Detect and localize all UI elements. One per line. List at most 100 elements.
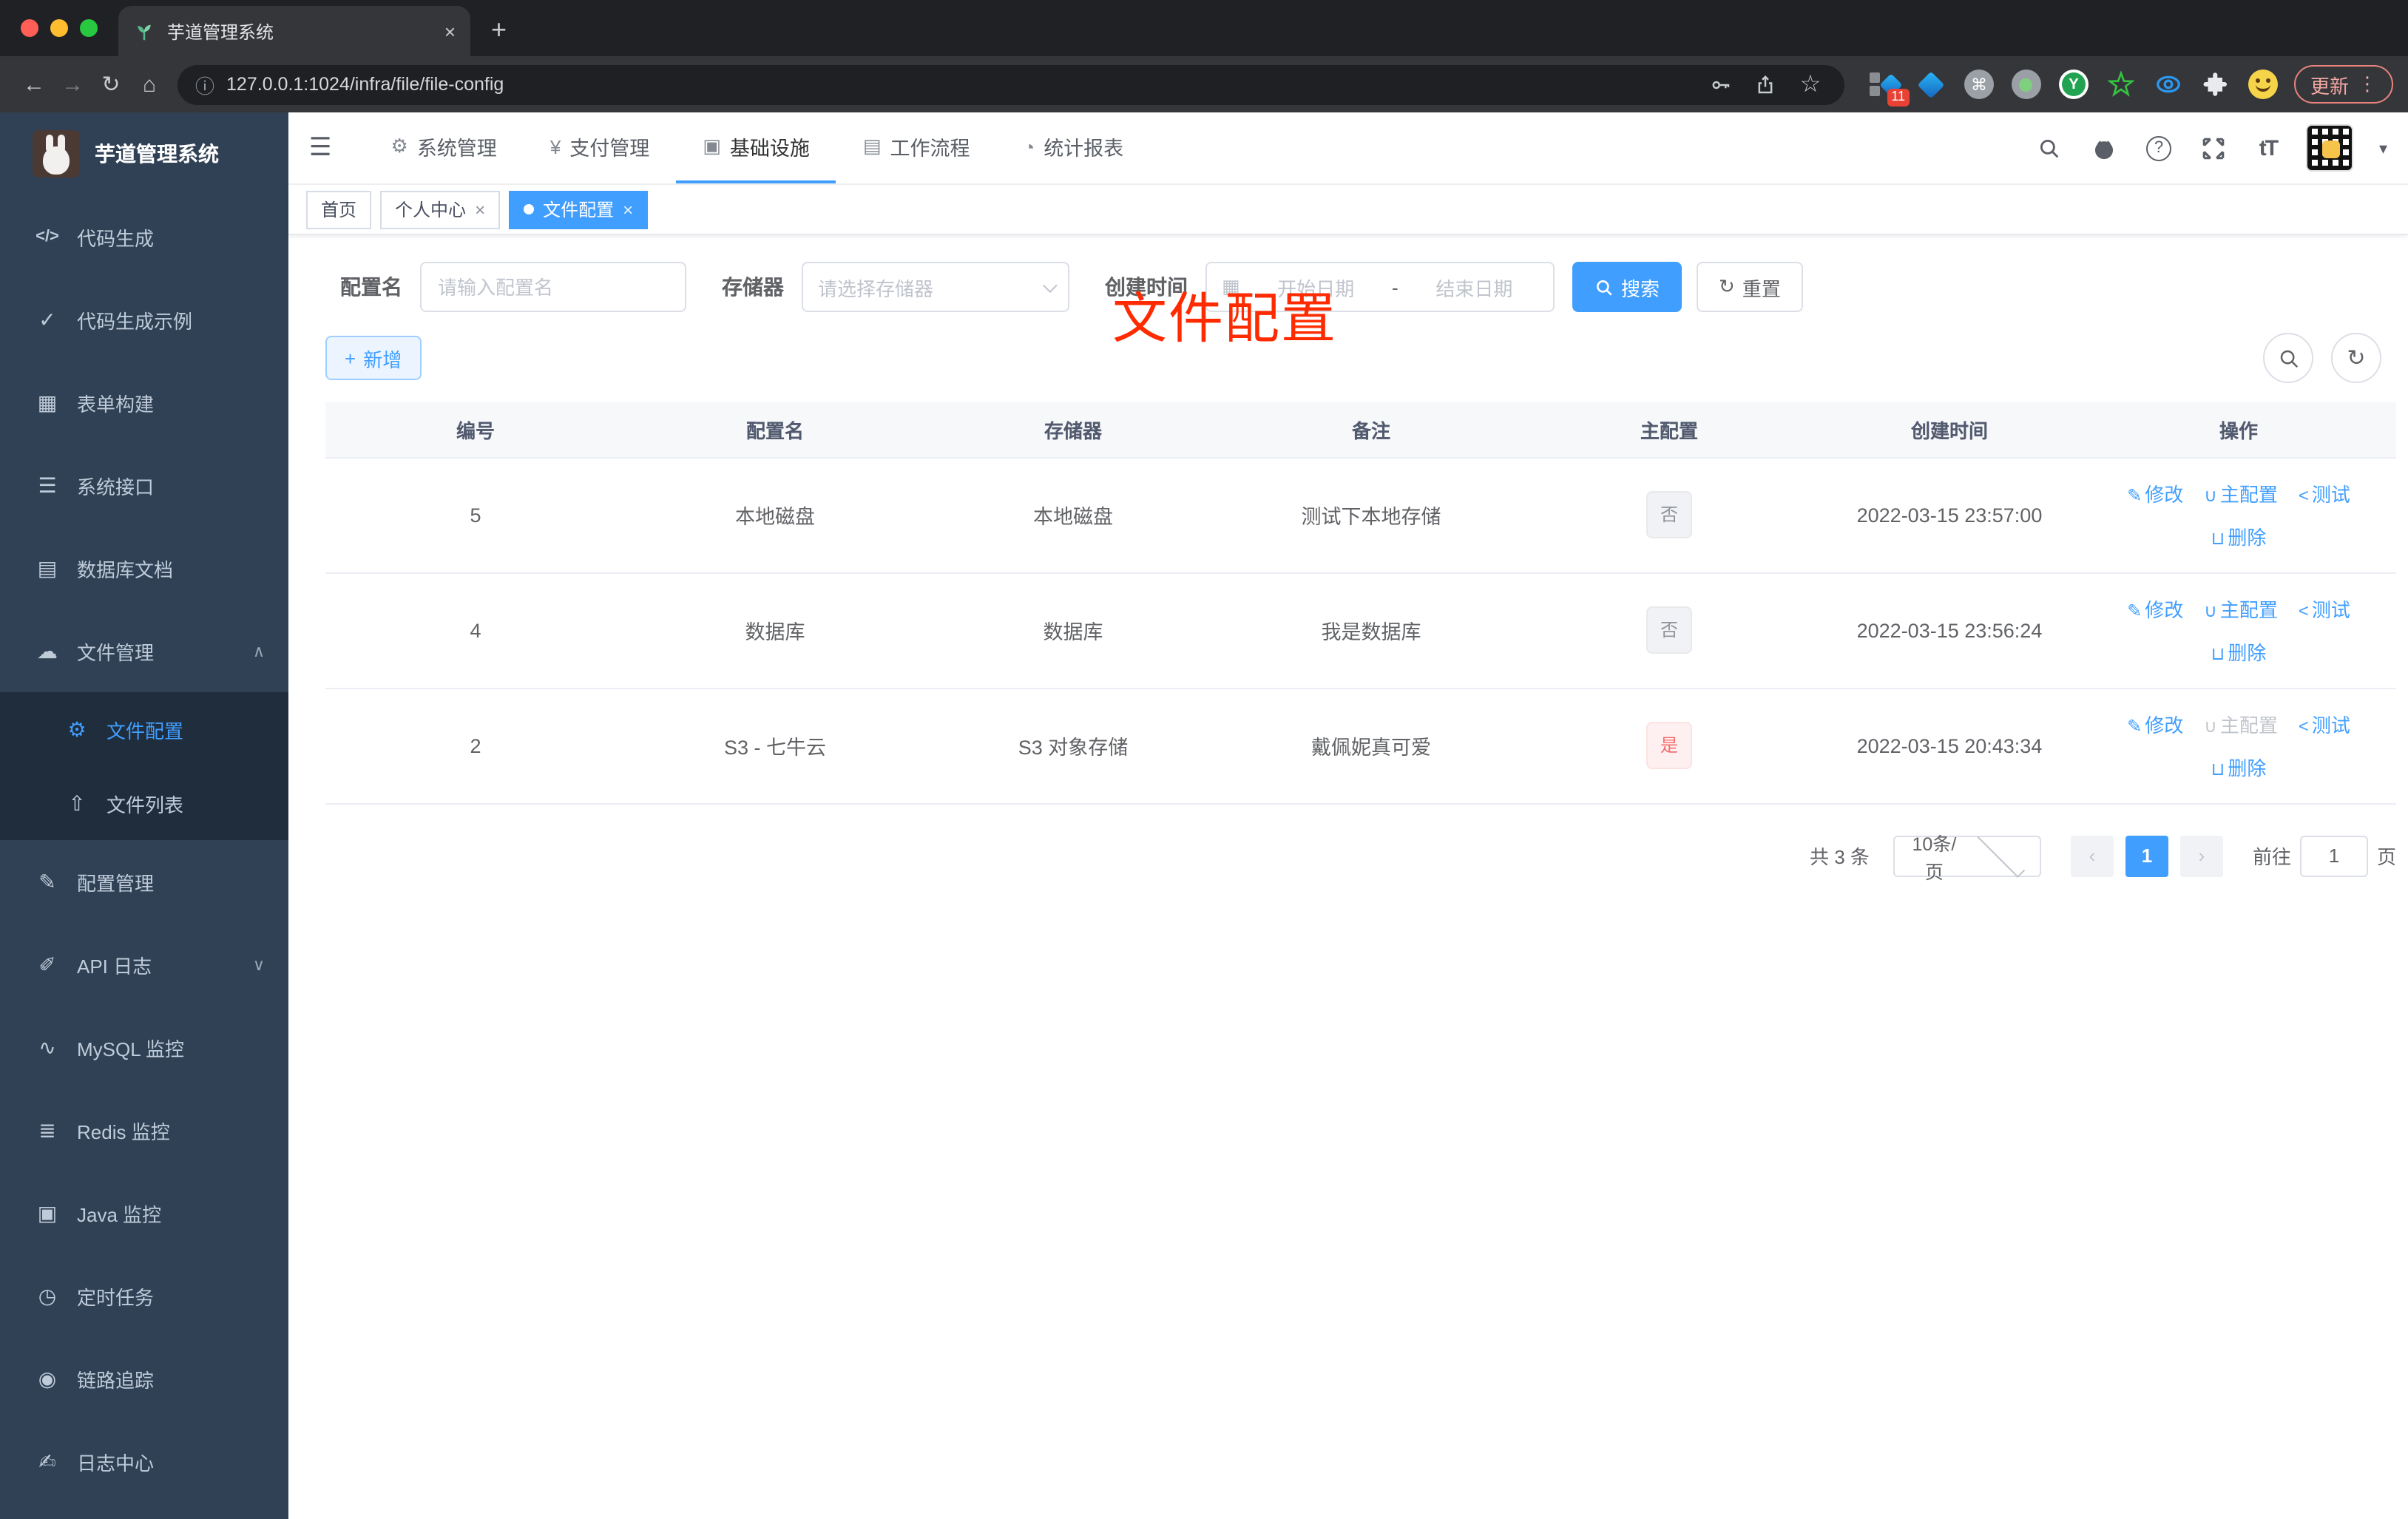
sidebar-item-log-center[interactable]: ✍ 日志中心 [0, 1420, 288, 1503]
sidebar-item-code-gen[interactable]: </> 代码生成 [0, 195, 288, 278]
test-link[interactable]: < 测试 [2299, 595, 2350, 623]
edit-link[interactable]: ✎ 修改 [2127, 479, 2183, 507]
page-tab-file-config[interactable]: 文件配置 × [509, 190, 649, 229]
fullscreen-icon[interactable] [2197, 132, 2230, 164]
briefcase-icon: ▤ [862, 135, 882, 157]
test-link[interactable]: < 测试 [2299, 479, 2350, 507]
extension-command-icon[interactable]: ⌘ [1963, 68, 1995, 101]
next-page-button[interactable]: › [2179, 835, 2223, 876]
nav-item-pay[interactable]: ¥ 支付管理 [524, 112, 676, 183]
sliders-icon: ☰ [38, 473, 57, 496]
sidebar-item-config-manage[interactable]: ✎ 配置管理 [0, 840, 288, 923]
refresh-button[interactable]: ↻ [2331, 333, 2381, 383]
table-toolbar: + 新增 ↻ [325, 333, 2396, 383]
sidebar-item-api-log[interactable]: ✐ API 日志 ∨ [0, 923, 288, 1006]
date-end-placeholder[interactable]: 结束日期 [1410, 273, 1538, 301]
toggle-search-button[interactable] [2263, 333, 2313, 383]
nav-item-report[interactable]: ◔ 统计报表 [996, 112, 1150, 183]
chevron-down-icon: ∨ [252, 956, 265, 974]
help-icon[interactable]: ? [2142, 132, 2175, 164]
test-link[interactable]: < 测试 [2299, 710, 2350, 738]
sidebar-item-redis-monitor[interactable]: ≣ Redis 监控 [0, 1089, 288, 1171]
sidebar-item-form-builder[interactable]: ▦ 表单构建 [0, 361, 288, 444]
sidebar-logo-row: 芋道管理系统 [0, 112, 288, 195]
back-icon[interactable]: ← [15, 72, 53, 97]
font-size-icon[interactable]: tT [2252, 132, 2284, 164]
master-link[interactable]: ∪ 主配置 [2204, 595, 2278, 623]
page-tabs-bar: 首页 个人中心 × 文件配置 × [288, 185, 2408, 235]
password-key-icon[interactable] [1705, 73, 1738, 95]
storage-select[interactable]: 请选择存储器 [802, 262, 1069, 312]
nav-item-system[interactable]: ⚙ 系统管理 [365, 112, 524, 183]
home-icon[interactable]: ⌂ [130, 72, 169, 97]
sidebar-item-db-doc[interactable]: ▤ 数据库文档 [0, 527, 288, 609]
share-icon[interactable] [1750, 73, 1782, 95]
github-icon[interactable] [2088, 132, 2120, 164]
extension-pin-icon[interactable] [1915, 68, 1948, 101]
delete-link[interactable]: ⊔ 删除 [2211, 642, 2267, 664]
extension-record-icon[interactable] [2010, 68, 2043, 101]
add-button[interactable]: + 新增 [325, 336, 422, 380]
minimize-window-button[interactable] [50, 19, 68, 37]
user-avatar[interactable] [2306, 124, 2354, 172]
page-1-button[interactable]: 1 [2125, 835, 2168, 876]
nav-item-infra[interactable]: ▣ 基础设施 [676, 112, 836, 183]
profile-emoji-icon[interactable] [2247, 68, 2279, 101]
extensions-puzzle-icon[interactable] [2199, 68, 2232, 101]
close-tab-icon[interactable]: × [475, 199, 485, 220]
cell-storage: 数据库 [924, 572, 1222, 689]
config-name-input[interactable] [420, 262, 686, 312]
sidebar-item-file-manage[interactable]: ☁ 文件管理 ∧ [0, 609, 288, 692]
cell-created: 2022-03-15 20:43:34 [1818, 688, 2081, 804]
extension-eye-icon[interactable] [2152, 68, 2185, 101]
goto-page-input[interactable] [2299, 835, 2368, 876]
monitor-check-icon: ▣ [703, 135, 721, 157]
sidebar-item-java-monitor[interactable]: ▣ Java 监控 [0, 1171, 288, 1254]
nav-item-workflow[interactable]: ▤ 工作流程 [836, 112, 997, 183]
reload-icon[interactable]: ↻ [92, 71, 130, 98]
new-tab-button[interactable]: + [491, 15, 507, 46]
sidebar-item-code-demo[interactable]: ✓ 代码生成示例 [0, 278, 288, 361]
master-link[interactable]: ∪ 主配置 [2204, 479, 2278, 507]
url-text[interactable]: 127.0.0.1:1024/infra/file/file-config [226, 74, 1694, 95]
page-size-select[interactable]: 10条/页 [1893, 829, 2041, 882]
forward-icon[interactable]: → [53, 72, 92, 97]
sidebar-item-scheduled-job[interactable]: ◷ 定时任务 [0, 1254, 288, 1337]
search-button[interactable]: 搜索 [1572, 262, 1682, 312]
browser-tab[interactable]: 芋道管理系统 × [118, 6, 470, 56]
magnet-icon: ∪ [2204, 485, 2217, 506]
edit-link[interactable]: ✎ 修改 [2127, 710, 2183, 738]
browser-update-button[interactable]: 更新 ⋮ [2293, 65, 2393, 104]
browser-menu-kebab-icon[interactable]: ⋮ [2358, 72, 2377, 96]
search-icon[interactable] [2033, 132, 2066, 164]
prev-page-button[interactable]: ‹ [2070, 835, 2114, 876]
monitor-wave-icon: ∿ [38, 1035, 56, 1058]
form-grid-icon: ▦ [37, 390, 58, 413]
delete-link[interactable]: ⊔ 删除 [2211, 527, 2267, 549]
collapse-sidebar-icon[interactable]: ☰ [309, 133, 332, 163]
extension-star-icon[interactable] [2105, 68, 2137, 101]
page-tab-profile[interactable]: 个人中心 × [380, 190, 501, 229]
master-link-disabled[interactable]: ∪ 主配置 [2204, 710, 2278, 738]
trash-icon: ⊔ [2211, 759, 2225, 779]
extension-y-icon[interactable]: Y [2057, 68, 2090, 101]
close-tab-icon[interactable]: × [623, 199, 633, 220]
extension-grid-icon[interactable]: 11 [1868, 68, 1910, 106]
zoom-window-button[interactable] [80, 19, 98, 37]
sidebar-item-trace[interactable]: ◉ 链路追踪 [0, 1337, 288, 1420]
page-tab-home[interactable]: 首页 [306, 190, 372, 229]
reset-button[interactable]: ↻ 重置 [1697, 262, 1803, 312]
sidebar-item-file-config[interactable]: ⚙ 文件配置 [0, 692, 288, 766]
eye-icon: ◉ [38, 1366, 57, 1390]
address-bar[interactable]: ⓘ 127.0.0.1:1024/infra/file/file-config … [177, 64, 1844, 104]
sidebar-item-file-list[interactable]: ⇧ 文件列表 [0, 766, 288, 840]
bookmark-star-icon[interactable]: ☆ [1794, 70, 1827, 99]
sidebar-item-system-api[interactable]: ☰ 系统接口 [0, 444, 288, 527]
site-info-icon[interactable]: ⓘ [195, 70, 214, 98]
delete-link[interactable]: ⊔ 删除 [2211, 757, 2267, 779]
edit-link[interactable]: ✎ 修改 [2127, 595, 2183, 623]
close-tab-icon[interactable]: × [444, 20, 456, 42]
sidebar-item-mysql-monitor[interactable]: ∿ MySQL 监控 [0, 1006, 288, 1089]
avatar-caret-icon[interactable]: ▾ [2379, 138, 2387, 158]
close-window-button[interactable] [21, 19, 38, 37]
